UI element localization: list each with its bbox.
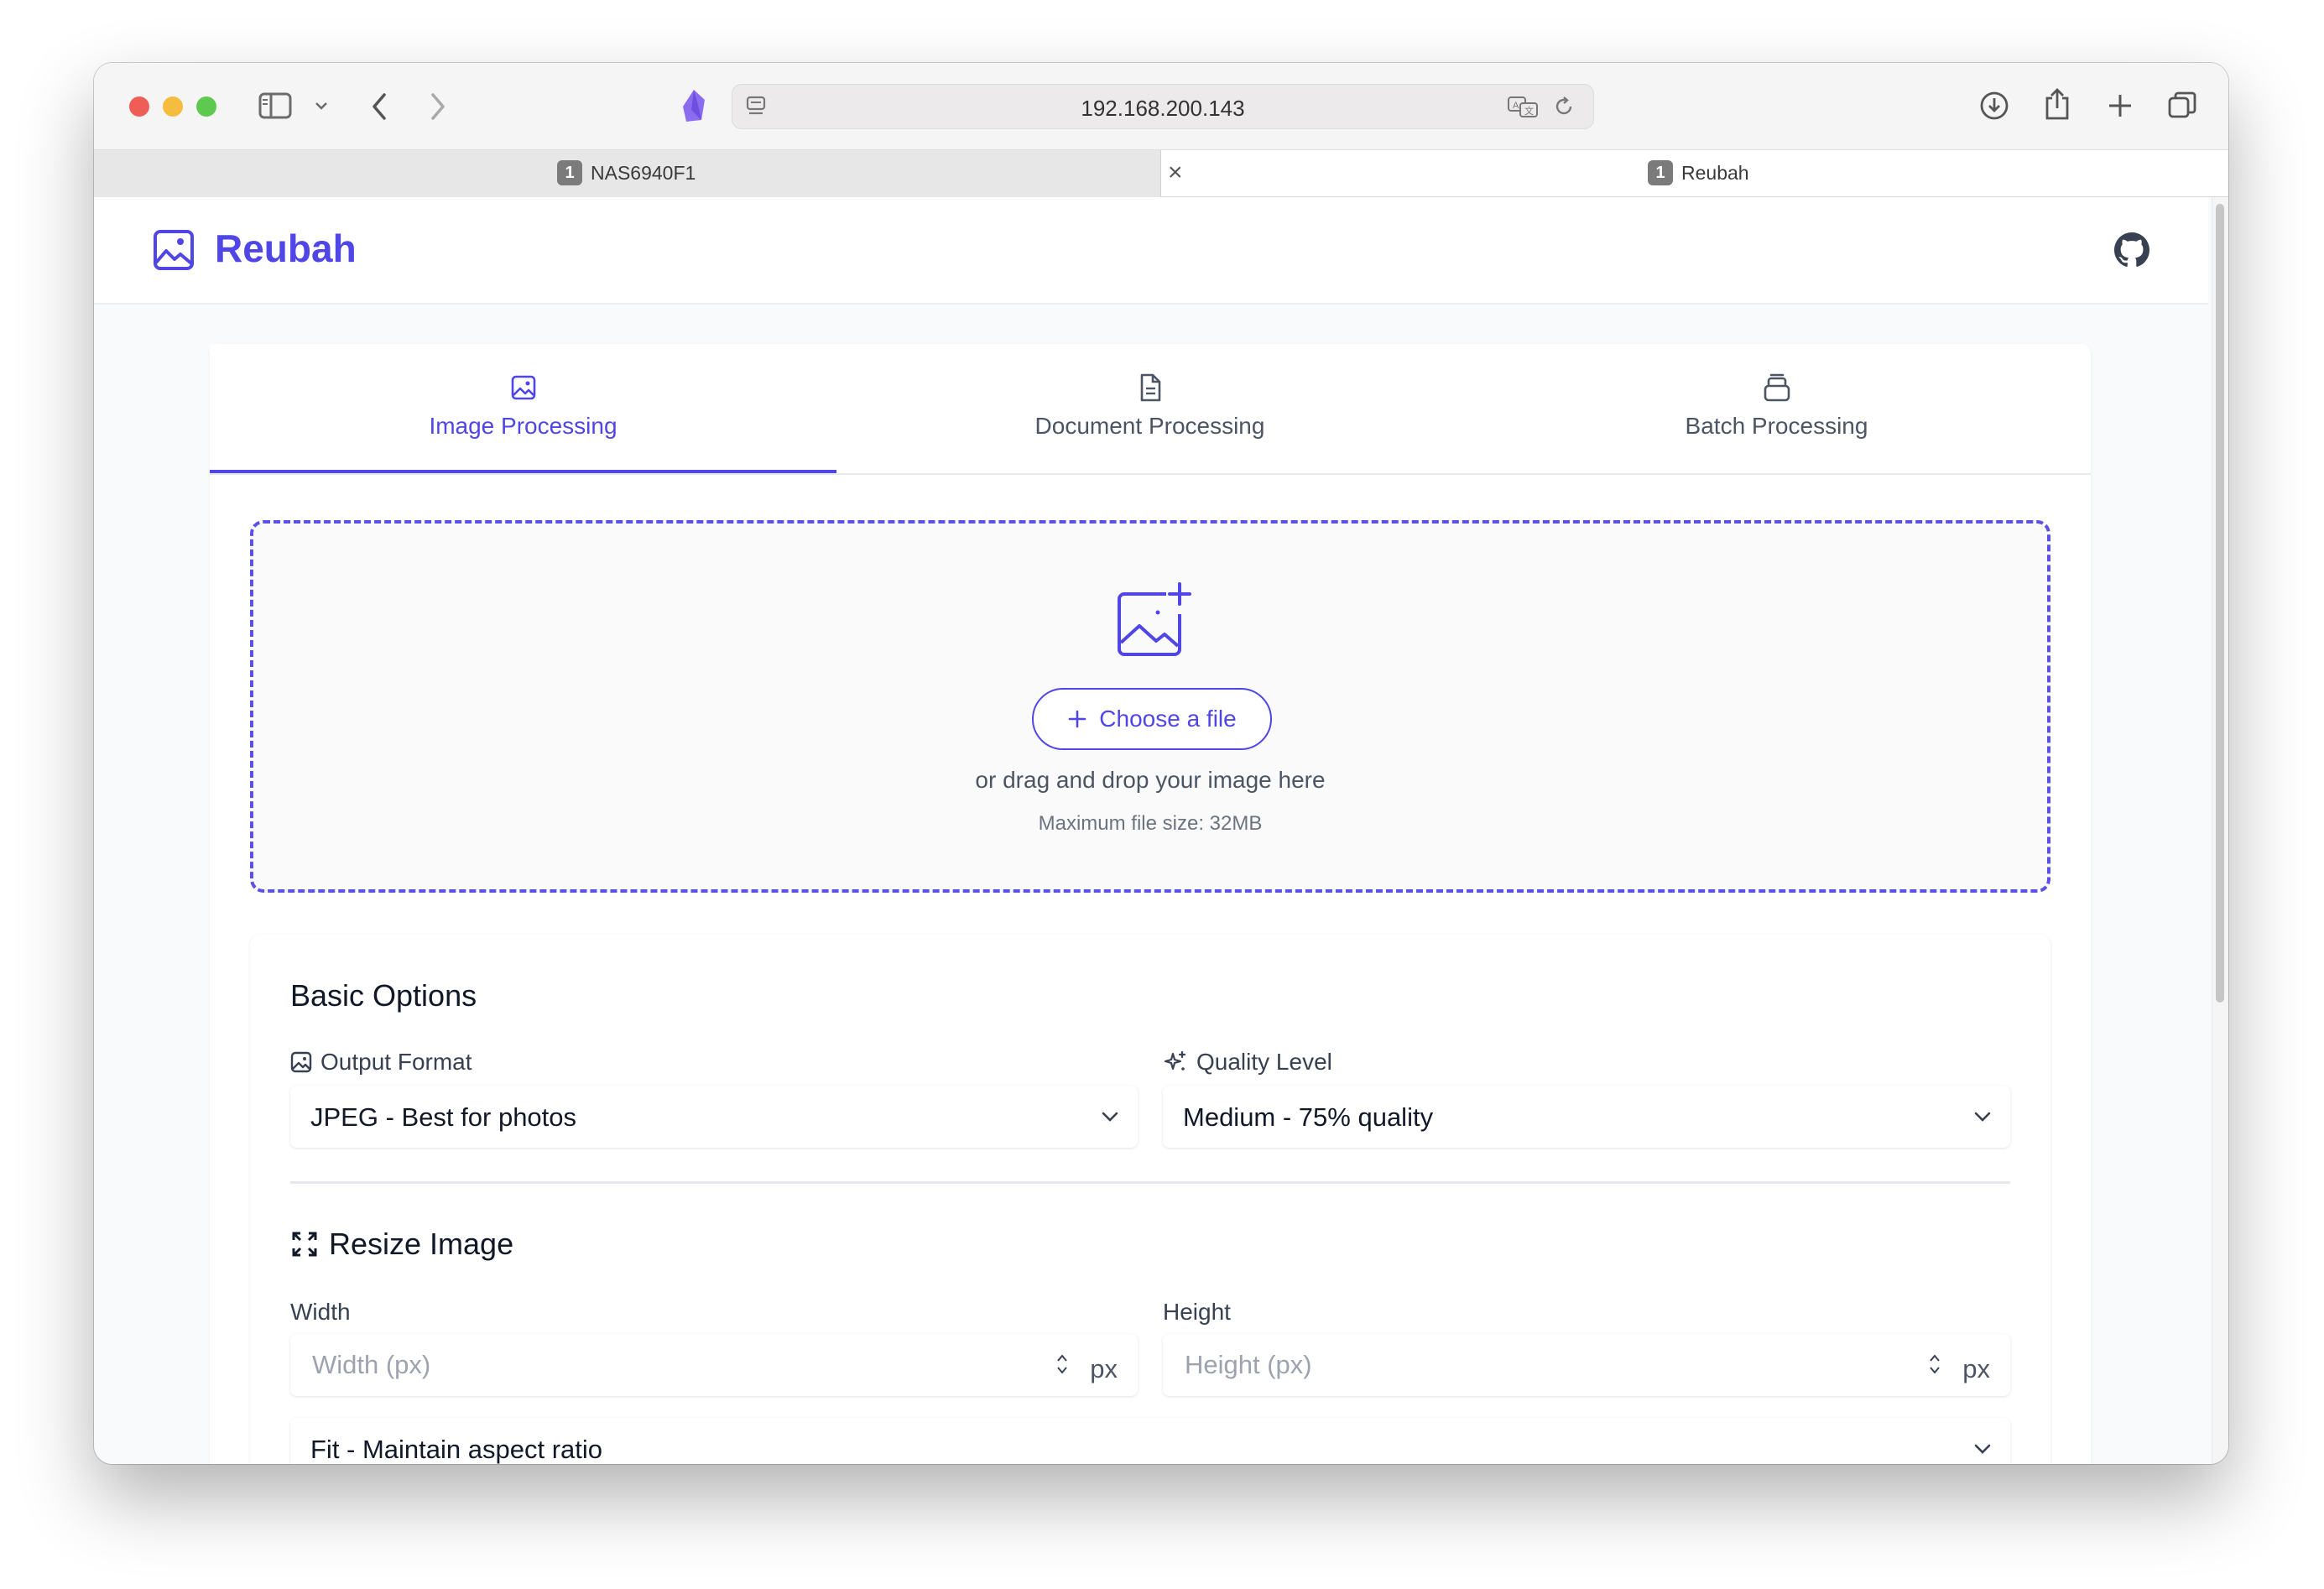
expand-icon	[292, 1232, 317, 1257]
new-tab-icon[interactable]	[2106, 91, 2134, 120]
minimize-window-button[interactable]	[163, 96, 183, 117]
height-label: Height	[1163, 1299, 1231, 1325]
tab-batch-processing[interactable]: Batch Processing	[1463, 344, 2090, 473]
width-field[interactable]: px	[290, 1334, 1138, 1396]
resize-mode-value: Fit - Maintain aspect ratio	[310, 1435, 603, 1464]
quality-level-select[interactable]: Medium - 75% quality	[1163, 1086, 2010, 1148]
quality-level-label: Quality Level	[1163, 1049, 1332, 1076]
width-input[interactable]	[310, 1347, 1002, 1383]
width-label: Width	[290, 1299, 351, 1325]
tab-label: Batch Processing	[1685, 413, 1868, 439]
tab-image-processing[interactable]: Image Processing	[210, 344, 836, 473]
share-icon[interactable]	[2042, 86, 2072, 122]
scrollbar-thumb[interactable]	[2216, 204, 2224, 1003]
image-icon	[511, 375, 536, 400]
tab-number-badge: 1	[557, 160, 582, 185]
page-content: Reubah Image Processing Document Process…	[94, 197, 2228, 1464]
chevron-down-icon[interactable]	[314, 100, 329, 112]
chevron-down-icon	[1974, 1444, 1991, 1454]
chevron-down-icon	[1974, 1112, 1991, 1122]
logo-image-icon[interactable]	[153, 229, 195, 271]
height-unit: px	[1962, 1354, 1990, 1383]
close-window-button[interactable]	[129, 96, 149, 117]
image-plus-icon	[1118, 582, 1191, 656]
width-unit: px	[1090, 1354, 1118, 1383]
quality-level-value: Medium - 75% quality	[1183, 1102, 1434, 1132]
tab-document-processing[interactable]: Document Processing	[836, 344, 1463, 473]
sparkles-icon	[1164, 1050, 1186, 1071]
height-input[interactable]	[1183, 1347, 1874, 1383]
mode-tabs: Image Processing Document Processing Bat…	[210, 344, 2091, 475]
max-file-size: Maximum file size: 32MB	[1038, 812, 1263, 835]
tab-overview-icon[interactable]	[2166, 90, 2198, 122]
app-header: Reubah	[94, 197, 2208, 305]
output-format-label-text: Output Format	[320, 1049, 472, 1075]
dropzone-hint: or drag and drop your image here	[975, 767, 1326, 793]
output-format-value: JPEG - Best for photos	[310, 1102, 577, 1132]
resize-image-title-text: Resize Image	[329, 1227, 514, 1261]
quality-level-label-text: Quality Level	[1196, 1049, 1332, 1075]
address-bar[interactable]: 192.168.200.143 A 文	[732, 84, 1594, 129]
options-panel: Basic Options Output Format JPEG - Best …	[250, 935, 2050, 1464]
translate-icon[interactable]: A 文	[1507, 95, 1540, 118]
url-text[interactable]: 192.168.200.143	[732, 96, 1594, 122]
zoom-window-button[interactable]	[196, 96, 216, 117]
browser-tab-nas[interactable]: 1 NAS6940F1	[94, 150, 1161, 197]
svg-text:文: 文	[1524, 105, 1534, 117]
resize-image-title: Resize Image	[290, 1227, 513, 1262]
file-dropzone[interactable]: Choose a file or drag and drop your imag…	[250, 520, 2050, 893]
chevron-down-icon	[1102, 1112, 1118, 1122]
image-icon	[290, 1051, 312, 1073]
resize-mode-select[interactable]: Fit - Maintain aspect ratio	[290, 1418, 2010, 1464]
choose-file-button[interactable]: Choose a file	[1032, 688, 1272, 750]
height-field[interactable]: px	[1163, 1334, 2010, 1396]
choose-file-label: Choose a file	[1099, 706, 1237, 732]
browser-tab-bar: 1 NAS6940F1 × 1 Reubah	[94, 149, 2228, 197]
tab-number-badge: 1	[1648, 160, 1673, 185]
output-format-select[interactable]: JPEG - Best for photos	[290, 1086, 1138, 1148]
obsidian-extension-icon[interactable]	[680, 88, 708, 123]
forward-arrow-icon[interactable]	[428, 91, 448, 122]
sidebar-toggle-icon[interactable]	[258, 91, 292, 120]
browser-window: 192.168.200.143 A 文 1 NAS6940F1 × 1 Reub…	[94, 63, 2228, 1464]
main-card: Image Processing Document Processing Bat…	[210, 344, 2091, 1464]
back-arrow-icon[interactable]	[369, 91, 389, 122]
github-icon[interactable]	[2114, 232, 2149, 268]
tab-label: Document Processing	[1034, 413, 1265, 439]
plus-icon	[1068, 710, 1086, 728]
browser-toolbar: 192.168.200.143 A 文	[94, 63, 2228, 149]
tab-title: Reubah	[1681, 161, 1749, 184]
output-format-label: Output Format	[290, 1049, 472, 1076]
basic-options-title: Basic Options	[290, 978, 477, 1013]
stepper-icon[interactable]	[1926, 1351, 1943, 1378]
app-title[interactable]: Reubah	[215, 226, 357, 271]
svg-text:A: A	[1513, 101, 1519, 111]
tab-title: NAS6940F1	[591, 161, 696, 184]
tab-label: Image Processing	[429, 413, 617, 439]
reload-icon[interactable]	[1552, 95, 1576, 118]
downloads-icon[interactable]	[1978, 90, 2010, 122]
stack-icon	[1764, 373, 1790, 402]
browser-tab-reubah[interactable]: 1 Reubah	[1161, 150, 2228, 197]
section-divider	[290, 1181, 2010, 1184]
stepper-icon[interactable]	[1054, 1351, 1071, 1378]
document-icon	[1140, 373, 1161, 402]
